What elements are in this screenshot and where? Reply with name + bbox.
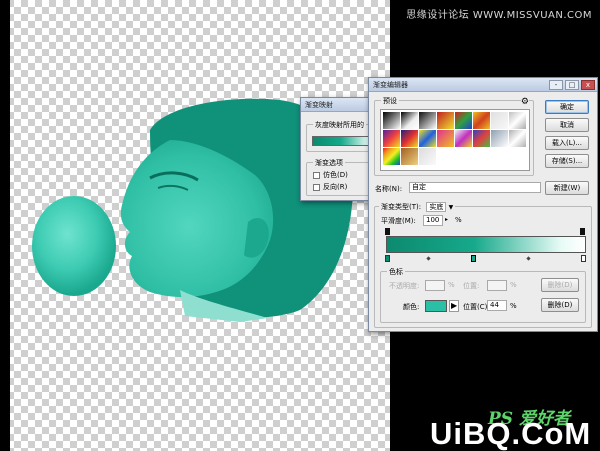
dither-checkbox[interactable]	[313, 172, 320, 179]
color-menu-arrow-icon[interactable]: ▶	[449, 300, 460, 312]
preset-swatch[interactable]	[419, 130, 436, 147]
gradient-map-title: 渐变映射	[301, 98, 377, 112]
cancel-button[interactable]: 取消	[545, 118, 589, 132]
presets-group: 预设 ⚙	[374, 96, 534, 176]
midpoint-diamond[interactable]	[426, 256, 431, 261]
save-button[interactable]: 存储(S)...	[545, 154, 589, 168]
gradient-type-select[interactable]: 实底	[426, 202, 447, 212]
gradient-map-preview[interactable]	[312, 136, 376, 146]
preset-swatch[interactable]	[455, 130, 472, 147]
gradient-editor-titlebar: 渐变编辑器 - □ x	[369, 78, 597, 92]
gradient-settings-group: 渐变类型(T): 实底 ▼ 平滑度(M): 100 ▸ % 色标 不透明度: %…	[374, 202, 592, 328]
preset-swatch[interactable]	[491, 130, 508, 147]
gradient-bar[interactable]	[386, 236, 586, 253]
midpoint-diamond[interactable]	[526, 256, 531, 261]
opacity-location-label: 位置:	[463, 282, 480, 290]
smoothness-unit: %	[455, 216, 462, 224]
gradient-options-title: 渐变选项	[313, 158, 345, 168]
close-button[interactable]: x	[581, 80, 595, 90]
bubble-gum	[32, 196, 116, 296]
preset-swatch[interactable]	[455, 112, 472, 129]
color-swatch[interactable]	[425, 300, 447, 312]
reverse-label: 反向(R)	[323, 183, 348, 191]
smoothness-label: 平滑度(M):	[381, 217, 416, 225]
chevron-down-icon[interactable]: ▼	[449, 204, 454, 211]
color-location-unit: %	[510, 302, 517, 310]
reverse-checkbox[interactable]	[313, 184, 320, 191]
dropdown-arrow-icon[interactable]: ▸	[445, 216, 448, 223]
opacity-label: 不透明度:	[389, 282, 420, 290]
preset-swatch[interactable]	[419, 112, 436, 129]
color-stop-selected[interactable]	[471, 255, 476, 262]
color-stop-right[interactable]	[581, 255, 586, 262]
name-label: 名称(N):	[375, 185, 403, 193]
presets-grid	[380, 109, 530, 171]
color-stop-left[interactable]	[385, 255, 390, 262]
opacity-location-field	[487, 280, 507, 291]
gradient-type-row: 渐变类型(T): 实底 ▼	[379, 202, 456, 212]
opacity-delete-button: 删除(D)	[541, 278, 579, 292]
dither-label: 仿色(D)	[323, 171, 348, 179]
load-button[interactable]: 载入(L)...	[545, 136, 589, 150]
preset-swatch[interactable]	[401, 148, 418, 165]
gear-icon[interactable]: ⚙	[520, 97, 529, 107]
watermark-top: 思缘设计论坛 WWW.MISSVUAN.COM	[406, 10, 592, 21]
minimize-button[interactable]: -	[549, 80, 563, 90]
color-stops-group: 色标 不透明度: % 位置: % 删除(D) 颜色: ▶ 位置(C): 44 %…	[380, 267, 586, 323]
preset-swatch[interactable]	[437, 112, 454, 129]
opacity-stop-left[interactable]	[385, 228, 390, 235]
color-location-field[interactable]: 44	[487, 300, 507, 311]
color-label: 颜色:	[403, 303, 420, 311]
preset-swatch[interactable]	[473, 130, 490, 147]
preset-swatch[interactable]	[401, 130, 418, 147]
watermark-uibq: UiBQ.CoM	[430, 416, 592, 451]
document-canvas[interactable]	[0, 0, 390, 451]
preset-swatch[interactable]	[437, 130, 454, 147]
preset-swatch[interactable]	[419, 148, 436, 165]
gradient-editor-title: 渐变编辑器	[373, 81, 408, 89]
preset-swatch[interactable]	[401, 112, 418, 129]
ok-button[interactable]: 确定	[545, 100, 589, 114]
color-location-label: 位置(C):	[463, 303, 490, 311]
opacity-field	[425, 280, 445, 291]
preset-swatch[interactable]	[383, 148, 400, 165]
opacity-unit: %	[448, 281, 455, 289]
gradient-type-label: 渐变类型(T):	[381, 203, 422, 211]
preset-swatch[interactable]	[473, 112, 490, 129]
presets-title: 预设	[381, 96, 399, 106]
gradient-map-group-title: 灰度映射所用的	[313, 120, 366, 130]
name-field[interactable]: 自定	[409, 182, 541, 193]
color-delete-button[interactable]: 删除(D)	[541, 298, 579, 312]
preset-swatch[interactable]	[383, 130, 400, 147]
gradient-map-dialog: 渐变映射 灰度映射所用的 渐变选项 仿色(D) 反向(R)	[300, 97, 378, 201]
opacity-stop-right[interactable]	[580, 228, 585, 235]
smoothness-field[interactable]: 100	[423, 215, 443, 226]
maximize-button[interactable]: □	[565, 80, 579, 90]
teal-portrait-image	[32, 98, 354, 322]
preset-swatch[interactable]	[509, 130, 526, 147]
photoshop-workspace: 思缘设计论坛 WWW.MISSVUAN.COM 渐变映射 灰度映射所用的 渐变选…	[0, 0, 600, 451]
preset-swatch[interactable]	[491, 112, 508, 129]
gradient-editor-dialog: 渐变编辑器 - □ x 预设 ⚙ 确定 取消 载入(L)... 存储(S)...…	[368, 77, 598, 332]
new-button[interactable]: 新建(W)	[545, 181, 589, 195]
preset-swatch[interactable]	[383, 112, 400, 129]
color-stops-title: 色标	[387, 267, 405, 277]
opacity-location-unit: %	[510, 281, 517, 289]
preset-swatch[interactable]	[509, 112, 526, 129]
